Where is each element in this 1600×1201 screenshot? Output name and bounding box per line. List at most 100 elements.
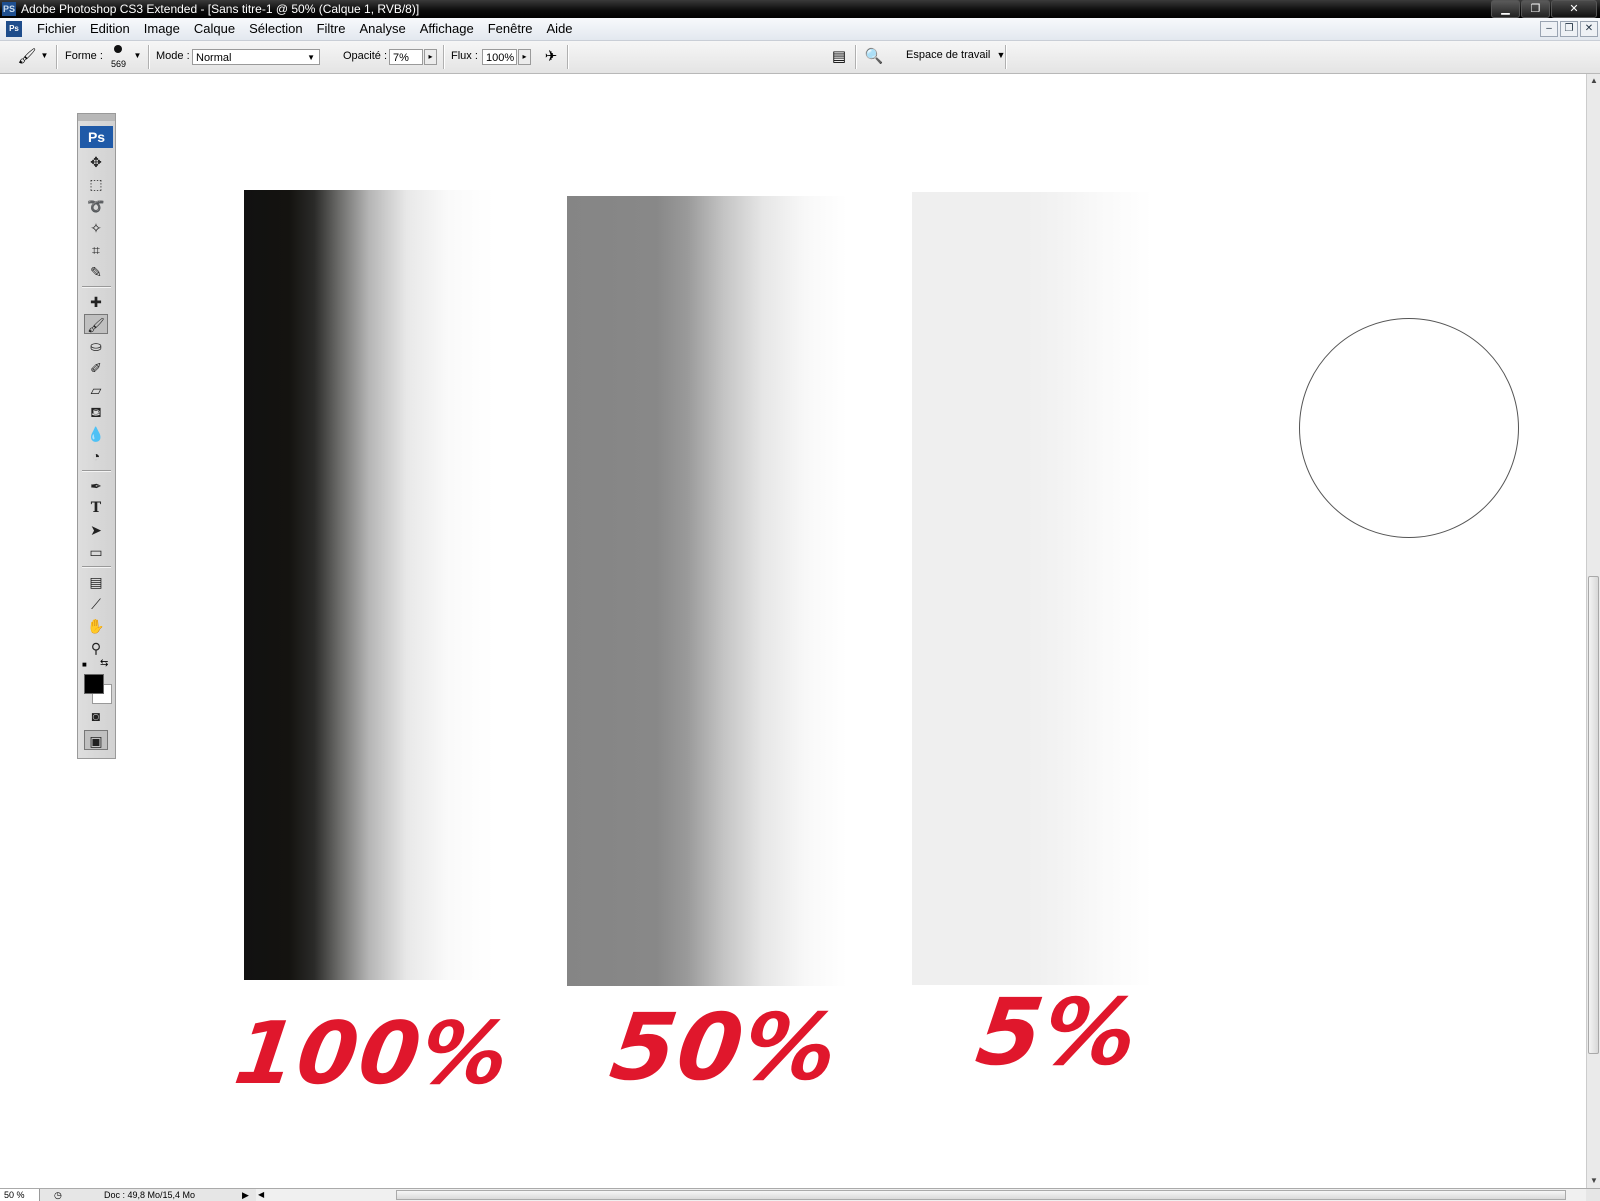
gradient-stroke-5 (912, 192, 1152, 985)
brush-icon[interactable]: 🖌 (84, 314, 108, 334)
close-icon[interactable]: ✕ (1551, 0, 1597, 18)
zoom-icon[interactable]: ⚲ (84, 638, 108, 658)
toolbox: Ps ✥ ⬚ ➰ ✧ ⌗ ✎ ✚ 🖌 ⛀ ✐ ▱ ⛾ 💧 ◔ ✒ T ➤ ▭ ▤… (77, 113, 116, 759)
doc-minimize-icon[interactable]: – (1540, 21, 1558, 37)
paint-bucket-icon[interactable]: ⛾ (84, 402, 108, 422)
opacity-input[interactable]: 7% (389, 49, 423, 65)
divider (82, 286, 111, 288)
document-icon[interactable]: Ps (6, 21, 22, 37)
scroll-left-icon[interactable]: ◀ (258, 1189, 264, 1201)
app-icon[interactable]: PS (2, 2, 16, 16)
options-bar: 🖌 ▼ Forme : 569 ▼ Mode : Normal ▼ Opacit… (0, 41, 1600, 74)
divider (56, 45, 58, 69)
foreground-color-swatch[interactable] (84, 674, 104, 694)
history-brush-icon[interactable]: ✐ (84, 358, 108, 378)
crop-icon[interactable]: ⌗ (84, 240, 108, 260)
lasso-icon[interactable]: ➰ (84, 196, 108, 216)
bridge-icon[interactable]: 🔍 (863, 47, 885, 67)
horizontal-scroll-thumb[interactable] (396, 1190, 1566, 1200)
mode-select[interactable]: Normal ▼ (192, 49, 320, 65)
menu-edition[interactable]: Edition (83, 18, 137, 40)
mode-select-value: Normal (196, 52, 232, 64)
menu-fichier[interactable]: Fichier (30, 18, 83, 40)
swap-colors-icon[interactable]: ⇆ (100, 658, 108, 669)
brush-size-value: 569 (111, 59, 127, 69)
ps-badge[interactable]: Ps (80, 126, 113, 148)
restore-icon[interactable]: ❐ (1521, 0, 1550, 18)
title-bar: PS Adobe Photoshop CS3 Extended - [Sans … (0, 0, 1600, 18)
label-5-percent: 5% (970, 979, 1146, 1086)
marquee-icon[interactable]: ⬚ (84, 174, 108, 194)
divider (567, 45, 569, 69)
scroll-up-icon[interactable]: ▲ (1587, 74, 1600, 88)
blur-icon[interactable]: 💧 (84, 424, 108, 444)
menu-calque[interactable]: Calque (187, 18, 242, 40)
divider (443, 45, 445, 69)
menu-affichage[interactable]: Affichage (413, 18, 481, 40)
divider (82, 470, 111, 472)
pen-icon[interactable]: ✒ (84, 476, 108, 496)
document-canvas[interactable]: 100% 50% 5% (0, 74, 1586, 1188)
type-icon[interactable]: T (84, 498, 108, 518)
workspace-menu[interactable]: Espace de travail ▼ (906, 49, 1005, 61)
move-icon[interactable]: ✥ (84, 152, 108, 172)
magic-wand-icon[interactable]: ✧ (84, 218, 108, 238)
divider (855, 45, 857, 69)
divider (1005, 45, 1007, 69)
scroll-down-icon[interactable]: ▼ (1587, 1174, 1600, 1188)
window-controls: ▁ ❐ ✕ (1490, 0, 1597, 18)
mode-dropdown-icon: ▼ (307, 53, 315, 62)
screen-mode-icon[interactable]: ▣ (84, 730, 108, 750)
path-selection-icon[interactable]: ➤ (84, 520, 108, 540)
menu-aide[interactable]: Aide (540, 18, 580, 40)
menu-selection[interactable]: Sélection (242, 18, 309, 40)
tool-preset-brush-icon[interactable]: 🖌 (16, 47, 38, 67)
eyedropper-icon[interactable]: ⟋ (84, 594, 108, 614)
brush-cursor-outline (1299, 318, 1519, 538)
flux-slider-icon[interactable]: ▸ (518, 49, 531, 65)
menu-filtre[interactable]: Filtre (310, 18, 353, 40)
doc-restore-icon[interactable]: ❐ (1560, 21, 1578, 37)
default-colors-icon[interactable]: ■ (82, 660, 87, 669)
zoom-field[interactable]: 50 % (0, 1189, 40, 1201)
clone-stamp-icon[interactable]: ⛀ (84, 336, 108, 356)
menu-analyse[interactable]: Analyse (352, 18, 412, 40)
eraser-icon[interactable]: ▱ (84, 380, 108, 400)
hand-icon[interactable]: ✋ (84, 616, 108, 636)
menu-bar: Ps Fichier Edition Image Calque Sélectio… (0, 18, 1600, 41)
status-menu-arrow-icon[interactable]: ▶ (242, 1189, 249, 1201)
quick-mask-icon[interactable]: ◙ (84, 706, 108, 726)
doc-close-icon[interactable]: ✕ (1580, 21, 1598, 37)
minimize-icon[interactable]: ▁ (1491, 0, 1520, 18)
status-bar: 50 % ◷ Doc : 49,8 Mo/15,4 Mo ▶ ◀ (0, 1188, 1600, 1201)
palette-well-icon[interactable]: ▤ (828, 47, 850, 67)
rectangle-icon[interactable]: ▭ (84, 542, 108, 562)
tool-preset-dropdown-icon[interactable]: ▼ (38, 49, 51, 65)
vertical-scroll-thumb[interactable] (1588, 576, 1599, 1054)
flux-input[interactable]: 100% (482, 49, 517, 65)
horizontal-scrollbar[interactable]: ◀ (256, 1189, 1586, 1201)
workspace-label: Espace de travail (906, 49, 991, 61)
gradient-stroke-100 (244, 190, 494, 980)
document-window-controls: – ❐ ✕ (1538, 21, 1598, 37)
gradient-stroke-50 (567, 196, 847, 986)
slice-icon[interactable]: ✎ (84, 262, 108, 282)
vertical-scrollbar[interactable]: ▲ ▼ (1586, 74, 1600, 1188)
menu-image[interactable]: Image (137, 18, 187, 40)
label-100-percent: 100% (228, 1004, 517, 1104)
airbrush-icon[interactable]: ✈ (540, 47, 562, 67)
opacity-slider-icon[interactable]: ▸ (424, 49, 437, 65)
forme-label: Forme : (65, 50, 103, 62)
divider (82, 566, 111, 568)
menu-fenetre[interactable]: Fenêtre (481, 18, 540, 40)
brush-tip-icon[interactable] (114, 45, 122, 53)
opacity-label: Opacité : (343, 50, 388, 62)
notes-icon[interactable]: ▤ (84, 572, 108, 592)
dodge-icon[interactable]: ◔ (84, 446, 108, 466)
brush-picker-dropdown-icon[interactable]: ▼ (131, 49, 144, 65)
mode-label: Mode : (156, 50, 190, 62)
doc-size-info: Doc : 49,8 Mo/15,4 Mo (104, 1190, 196, 1200)
healing-brush-icon[interactable]: ✚ (84, 292, 108, 312)
status-info-icon[interactable]: ◷ (54, 1189, 62, 1201)
toolbox-grip[interactable] (78, 114, 115, 121)
